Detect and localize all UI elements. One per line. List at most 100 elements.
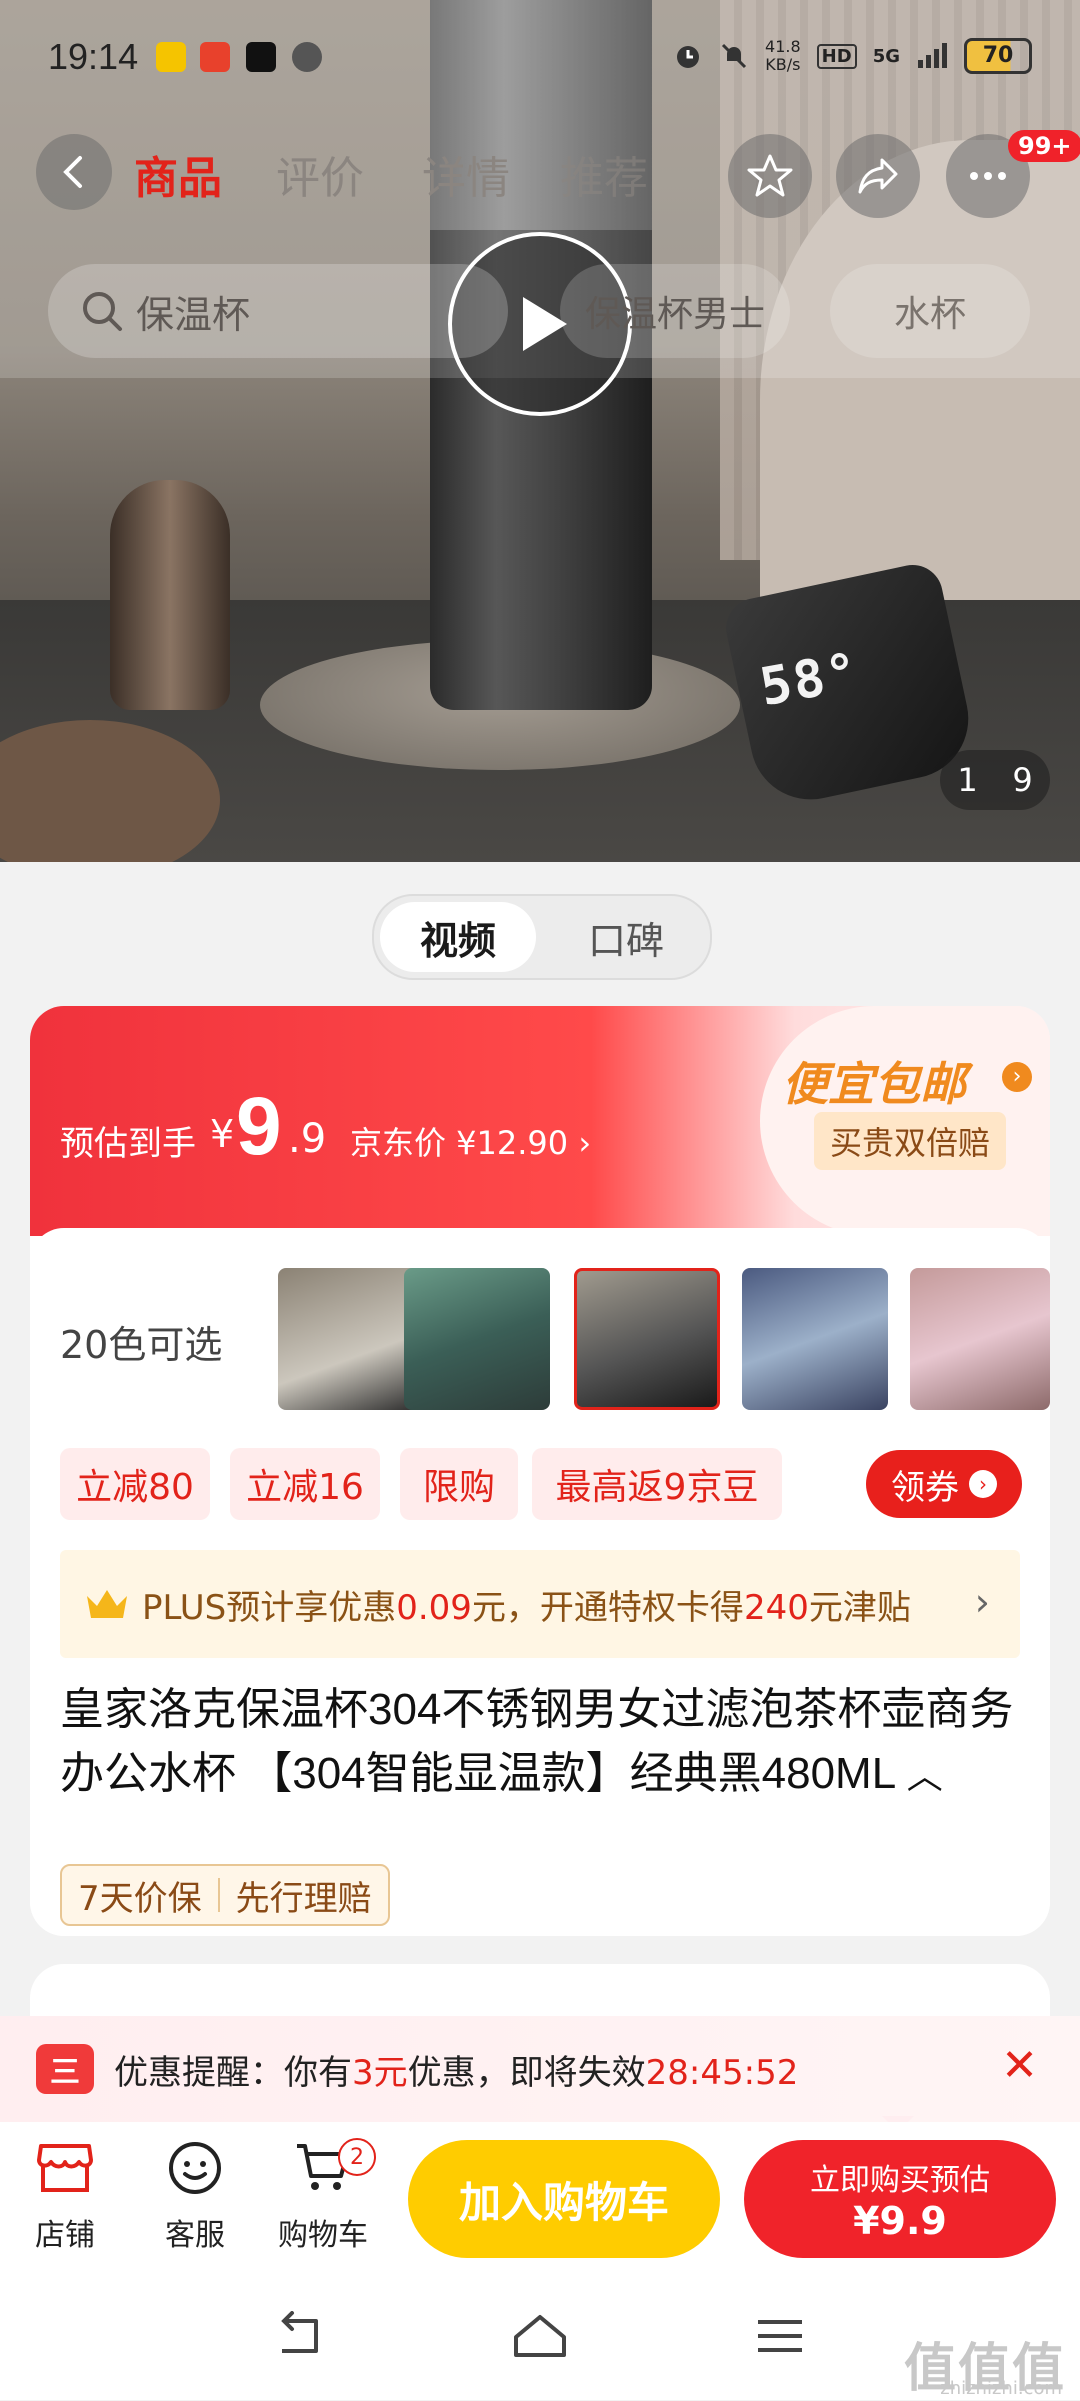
price-card: 预估到手 ¥ 9 .9 京东价 ¥12.90 › 便宜包邮 › 买贵双倍赔 20… xyxy=(30,1006,1050,1936)
discount-reminder-bar[interactable]: 三 优惠提醒：你有3元优惠，即将失效28:45:52 ✕ xyxy=(0,2016,1080,2122)
toggle-praise[interactable]: 口碑 xyxy=(552,902,700,972)
jd-price-text: 京东价 ¥12.90 xyxy=(350,1124,569,1162)
chevron-right-icon: › xyxy=(969,1470,997,1498)
alarm-icon xyxy=(677,46,700,68)
search-chip[interactable]: 保温杯 xyxy=(48,264,508,358)
bottom-action-bar: 店铺 客服 购物车 2 加入购物车 立即购买预估 ¥9.9 xyxy=(0,2122,1080,2272)
estimated-price-decimal: .9 xyxy=(288,1116,327,1162)
close-icon[interactable]: ✕ xyxy=(1001,2040,1038,2091)
search-suggestion-chip[interactable]: 水杯 xyxy=(830,264,1030,358)
share-button[interactable] xyxy=(836,134,920,218)
product-title[interactable]: 皇家洛克保温杯304不锈钢男女过滤泡茶杯壶商务办公水杯 【304智能显温款】经典… xyxy=(60,1678,1040,1808)
watermark-url: zhizhizhi.com xyxy=(940,2378,1062,2399)
bust-statue xyxy=(110,480,230,710)
product-image-gallery[interactable]: 58° 1 9 xyxy=(0,0,1080,862)
star-icon xyxy=(747,154,793,197)
badge-price-protect: 7天价保 xyxy=(78,1878,202,1919)
reminder-icon: 三 xyxy=(36,2044,94,2094)
plus-prefix: PLUS预计享优惠 xyxy=(142,1587,397,1628)
badge-claim-first: 先行理赔 xyxy=(235,1878,372,1919)
service-icon xyxy=(169,2142,221,2194)
plus-suffix: 元津贴 xyxy=(808,1587,911,1628)
gallery-total-pages: 9 xyxy=(1012,761,1033,799)
color-thumbnail[interactable] xyxy=(742,1268,888,1410)
signal-bars-icon xyxy=(918,43,947,68)
coupon-tag[interactable]: 最高返9京豆 xyxy=(532,1448,782,1520)
service-label: 客服 xyxy=(165,2218,225,2253)
reminder-amount: 3元 xyxy=(352,2052,408,2093)
system-menu-button[interactable] xyxy=(750,2306,810,2366)
tab-goods[interactable]: 商品 xyxy=(134,142,222,206)
search-suggestion-chip[interactable]: 保温杯男士 xyxy=(560,264,790,358)
chevron-right-icon: › xyxy=(974,1580,990,1624)
reminder-mid: 优惠，即将失效 xyxy=(407,2052,646,2093)
reminder-countdown: 28:45:52 xyxy=(645,2052,799,2093)
jd-price-link[interactable]: 京东价 ¥12.90 › xyxy=(350,1118,591,1164)
crown-icon xyxy=(87,1590,127,1618)
buy-now-button[interactable]: 立即购买预估 ¥9.9 xyxy=(744,2140,1056,2258)
shop-label: 店铺 xyxy=(35,2218,95,2253)
favorite-button[interactable] xyxy=(728,134,812,218)
share-icon xyxy=(858,158,898,194)
status-right: 41.8 KB/s HD 5G 70 xyxy=(673,38,1032,74)
reminder-prefix: 优惠提醒：你有 xyxy=(114,2052,352,2093)
menu-icon xyxy=(758,2320,802,2352)
service-badges[interactable]: 7天价保 先行理赔 xyxy=(60,1864,390,1926)
chevron-right-icon[interactable]: › xyxy=(1002,1062,1032,1092)
get-coupon-button[interactable]: 领券 › xyxy=(866,1450,1022,1518)
signal-5g-icon: 5G xyxy=(872,45,900,67)
plus-membership-bar[interactable]: PLUS预计享优惠0.09元，开通特权卡得240元津贴 › xyxy=(60,1550,1020,1658)
cheap-shipping-title[interactable]: 便宜包邮 xyxy=(782,1048,966,1114)
message-count-badge: 99+ xyxy=(1008,130,1080,162)
system-back-button[interactable] xyxy=(270,2306,330,2366)
estimated-price-label: 预估到手 xyxy=(60,1124,196,1164)
status-bar: 19:14 41.8 KB/s HD 5G 70 xyxy=(0,0,1080,110)
chevron-up-icon[interactable]: ︿ xyxy=(907,1755,943,1796)
gallery-current-page: 1 xyxy=(957,761,978,799)
coupon-tag[interactable]: 限购 xyxy=(400,1448,518,1520)
color-thumbnail-selected[interactable] xyxy=(574,1268,720,1410)
battery-indicator: 70 xyxy=(964,38,1032,74)
price-banner: 预估到手 ¥ 9 .9 京东价 ¥12.90 › 便宜包邮 › 买贵双倍赔 xyxy=(30,1006,1050,1236)
wechat-icon xyxy=(292,42,322,72)
chevron-left-icon xyxy=(63,156,82,188)
notification-app-icon xyxy=(156,42,186,72)
back-button[interactable] xyxy=(36,134,112,210)
plus-discount: 0.09 xyxy=(396,1587,472,1628)
plus-mid: 元，开通特权卡得 xyxy=(471,1587,744,1628)
system-home-button[interactable] xyxy=(510,2306,570,2366)
cart-label: 购物车 xyxy=(278,2218,368,2253)
color-thumbnail[interactable] xyxy=(404,1268,550,1410)
reminder-text: 优惠提醒：你有3元优惠，即将失效28:45:52 xyxy=(114,2045,798,2094)
customer-service-button[interactable]: 客服 xyxy=(140,2138,250,2254)
tab-recommend[interactable]: 推荐 xyxy=(560,142,648,206)
notification-app-icon xyxy=(200,42,230,72)
color-count-label[interactable]: 20色可选 xyxy=(60,1314,222,1369)
network-speed-value: 41.8 xyxy=(765,37,801,56)
tiktok-icon xyxy=(246,42,276,72)
add-to-cart-button[interactable]: 加入购物车 xyxy=(408,2140,720,2258)
home-icon xyxy=(514,2315,566,2357)
search-icon xyxy=(83,292,122,331)
coupon-tag[interactable]: 立减16 xyxy=(230,1448,380,1520)
search-query: 保温杯 xyxy=(136,292,251,337)
toggle-video[interactable]: 视频 xyxy=(380,902,536,972)
mute-icon xyxy=(721,43,747,69)
shop-icon xyxy=(37,2144,93,2192)
price-guarantee-tag: 买贵双倍赔 xyxy=(814,1112,1007,1170)
product-title-text: 皇家洛克保温杯304不锈钢男女过滤泡茶杯壶商务办公水杯 【304智能显温款】经典… xyxy=(60,1685,1014,1798)
buy-now-price: ¥9.9 xyxy=(853,2199,947,2243)
coupon-tag[interactable]: 立减80 xyxy=(60,1448,210,1520)
tab-detail[interactable]: 详情 xyxy=(422,142,510,206)
color-thumbnail[interactable] xyxy=(910,1268,1050,1410)
back-arrow-icon xyxy=(281,2311,318,2353)
plus-offer-text: PLUS预计享优惠0.09元，开通特权卡得240元津贴 xyxy=(142,1580,911,1629)
color-thumbnail[interactable] xyxy=(278,1268,424,1410)
system-navigation-bar: 值值值 zhizhizhi.com xyxy=(0,2272,1080,2400)
currency-symbol: ¥ xyxy=(210,1112,235,1156)
estimated-price-integer: 9 xyxy=(236,1081,282,1172)
tab-reviews[interactable]: 评价 xyxy=(276,142,364,206)
gallery-page-indicator: 1 9 xyxy=(940,750,1050,810)
shop-button[interactable]: 店铺 xyxy=(10,2138,120,2254)
hd-icon: HD xyxy=(816,43,857,69)
